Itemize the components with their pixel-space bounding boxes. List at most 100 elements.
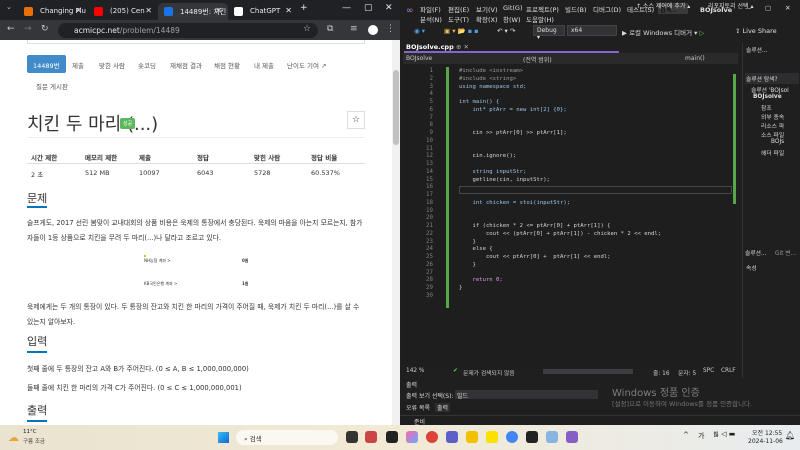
tab-submit[interactable]: 제출 xyxy=(72,55,84,73)
horizontal-scrollbar[interactable] xyxy=(543,369,633,374)
tree-item-external[interactable]: 외부 종속 xyxy=(761,112,784,121)
tab-output[interactable]: 출력 xyxy=(435,403,451,412)
browser-tab[interactable]: ChatGPT ✕ xyxy=(228,3,298,20)
code-line[interactable]: cout << ptArr[0] + ptArr[1] << endl; xyxy=(459,253,611,261)
menu-item[interactable]: 파일(F) xyxy=(420,4,441,14)
clock-date[interactable]: 2024-11-06 xyxy=(748,438,783,445)
copilot-icon[interactable] xyxy=(406,431,418,443)
tab-git-changes[interactable]: Git 변... xyxy=(775,248,796,257)
zoom-level[interactable]: 142 % xyxy=(406,368,424,374)
nav-scope-select[interactable]: (전역 범위) xyxy=(523,55,552,64)
extensions-icon[interactable]: ⧉ xyxy=(327,24,333,34)
close-icon[interactable]: ✕ xyxy=(785,4,790,12)
sticky-notes-icon[interactable] xyxy=(526,431,538,443)
file-explorer-icon[interactable] xyxy=(466,431,478,443)
taskbar-search[interactable]: ⌕ 검색 xyxy=(236,430,338,445)
code-line[interactable]: getline(cin, inputStr); xyxy=(459,176,549,184)
tree-item-project[interactable]: BOJsolve xyxy=(753,94,782,100)
menu-item[interactable]: 빌드(B) xyxy=(565,4,587,14)
output-source-select[interactable]: 빌드 xyxy=(455,390,598,400)
issues-status[interactable]: 문제가 검색되지 않음 xyxy=(463,368,515,377)
document-tab[interactable]: BOJsolve.cpp ⊕ ✕ xyxy=(404,43,619,53)
menu-item[interactable]: 도구(T) xyxy=(448,14,469,24)
menu-item[interactable]: 확장(X) xyxy=(476,14,498,24)
browser-tab[interactable]: (205) Cen ✕ xyxy=(88,3,158,20)
favorite-button[interactable]: ☆ xyxy=(347,111,365,129)
kakaotalk-icon[interactable] xyxy=(486,431,498,443)
chrome-icon[interactable] xyxy=(426,431,438,443)
platform-select[interactable]: x64 xyxy=(567,25,617,36)
tab-search-icon[interactable]: ⌄ xyxy=(6,3,12,11)
menu-icon[interactable]: ⋮ xyxy=(386,24,395,34)
tree-item-references[interactable]: 참조 xyxy=(761,103,772,112)
media-icon[interactable]: ≡ xyxy=(350,24,358,34)
app-icon[interactable] xyxy=(386,431,398,443)
tab-board[interactable]: 질문 게시판 xyxy=(36,76,68,94)
back-icon[interactable]: ← xyxy=(7,24,15,34)
add-source-control-button[interactable]: ↑ 소스 제어에 추가 ▴ xyxy=(636,1,690,10)
profile-avatar[interactable] xyxy=(368,25,378,35)
menu-item[interactable]: 도움말(H) xyxy=(526,14,554,24)
menu-item[interactable]: 편집(E) xyxy=(448,4,469,14)
whitespace-mode[interactable]: SPC xyxy=(703,368,714,374)
tab-solvers[interactable]: 맞힌 사람 xyxy=(99,55,125,73)
browser-tab[interactable]: Changing Flu ✕ xyxy=(18,3,88,20)
forward-icon[interactable]: → xyxy=(24,24,32,34)
reload-icon[interactable]: ↻ xyxy=(41,24,49,34)
undo-icon[interactable]: ↶ ▾ ↷ xyxy=(497,27,515,35)
tree-item-source[interactable]: 소스 파일 xyxy=(761,130,784,139)
close-tab-icon[interactable]: ✕ xyxy=(215,6,222,15)
close-tab-icon[interactable]: ✕ xyxy=(75,6,82,15)
solution-search-input[interactable]: 솔루션 탐색? xyxy=(745,73,799,84)
tab-rejudge[interactable]: 재채점 결과 xyxy=(170,55,202,73)
menu-item[interactable]: Git(G) xyxy=(503,4,523,12)
live-share-button[interactable]: ⇪ Live Share xyxy=(735,27,777,35)
maximize-icon[interactable]: ▢ xyxy=(765,4,771,12)
menu-item[interactable]: 디버그(D) xyxy=(593,4,621,14)
tree-item-cpp-file[interactable]: BOJs xyxy=(771,139,784,145)
close-tab-icon[interactable]: ✕ xyxy=(285,6,292,15)
line-ending[interactable]: CRLF xyxy=(721,368,736,374)
visual-studio-icon[interactable] xyxy=(566,431,578,443)
code-editor[interactable]: 1 #include <iostream> 2 #include <string> 3 u… xyxy=(403,64,738,369)
scrollbar-thumb[interactable] xyxy=(393,70,399,145)
snipping-icon[interactable] xyxy=(365,431,377,443)
tab-error-list[interactable]: 오류 목록 xyxy=(406,403,430,412)
tray-chevron-icon[interactable]: ^ xyxy=(683,431,689,439)
ime-indicator[interactable]: 가 xyxy=(698,431,704,441)
close-icon[interactable]: ✕ xyxy=(385,3,393,13)
menu-item[interactable]: 보기(V) xyxy=(476,4,497,14)
tab-my-submissions[interactable]: 내 제출 xyxy=(254,55,274,73)
code-line[interactable]: } xyxy=(459,261,475,269)
code-line[interactable]: using namespace std; xyxy=(459,83,526,91)
config-select[interactable]: Debug ▾ xyxy=(533,25,565,41)
code-line[interactable]: int chicken = stoi(inputStr); xyxy=(459,199,570,207)
nav-project-select[interactable]: BOJsolve xyxy=(406,55,432,62)
tab-solution-explorer[interactable]: 솔루션... xyxy=(745,248,767,257)
nav-member-select[interactable]: main() xyxy=(685,55,705,62)
menu-item[interactable]: 창(W) xyxy=(503,14,520,24)
tab-shortcoding[interactable]: 숏코딩 xyxy=(138,55,156,73)
menu-item[interactable]: 분석(N) xyxy=(420,14,442,24)
browser-tab-active[interactable]: 14489번: 치킨 ✕ xyxy=(158,3,228,20)
notification-bell-icon[interactable]: 🔔︎ xyxy=(785,431,795,440)
minimize-icon[interactable]: — xyxy=(342,3,351,13)
tab-problem[interactable]: 14489번 xyxy=(27,55,66,73)
back-nav-icon[interactable]: ◉ ▾ xyxy=(414,27,425,35)
photos-icon[interactable] xyxy=(546,431,558,443)
chrome-active-icon[interactable] xyxy=(506,431,518,443)
tab-difficulty[interactable]: 난이도 기여 ↗ xyxy=(287,55,326,73)
close-tab-icon[interactable]: ✕ xyxy=(145,6,152,15)
new-tab-button[interactable]: + xyxy=(300,3,308,13)
select-repo-button[interactable]: 리포지토리 선택 ▴ xyxy=(708,1,753,10)
start-button[interactable] xyxy=(218,432,229,443)
tree-item-headers[interactable]: 헤더 파일 xyxy=(761,148,784,157)
code-line[interactable]: return 0; xyxy=(459,276,502,284)
menu-item[interactable]: 프로젝트(P) xyxy=(526,4,559,14)
code-line[interactable]: cout << (ptArr[0] + ptArr[1]) - chicken … xyxy=(459,230,661,238)
clock-time[interactable]: 오전 12:55 xyxy=(752,428,782,437)
start-debug-button[interactable]: ▶ 로컬 Windows 디버거 ▾ ▷ xyxy=(622,27,705,37)
new-project-icon[interactable]: ▣ ▾ 📂 ▪ ▪ xyxy=(444,27,479,35)
code-line[interactable]: cin.ignore(); xyxy=(459,152,516,160)
wifi-volume-battery-icon[interactable]: ᯾ ◁ ▬ xyxy=(713,430,735,439)
